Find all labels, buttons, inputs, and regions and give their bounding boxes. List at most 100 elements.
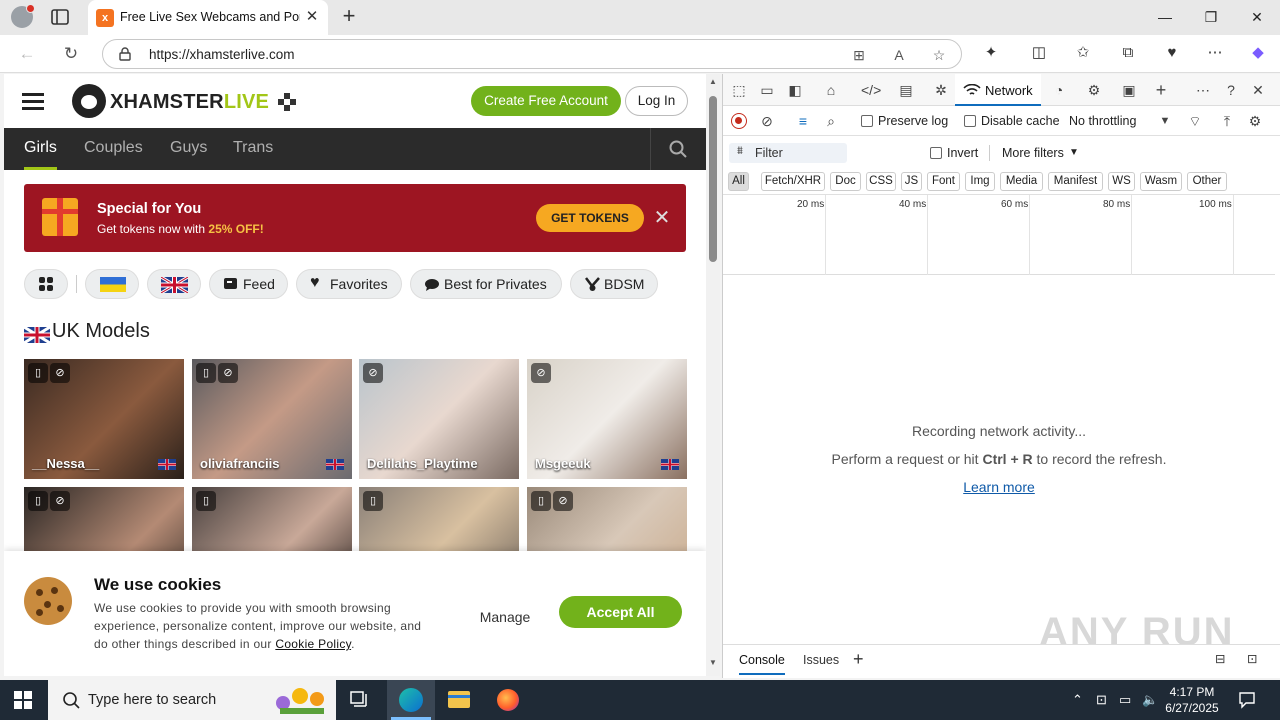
promo-close-icon[interactable]: ✕: [652, 206, 672, 230]
network-conditions-icon[interactable]: ⌔: [1185, 111, 1205, 131]
scroll-up-icon[interactable]: ▲: [709, 77, 717, 86]
elements-icon[interactable]: </>: [861, 80, 881, 100]
apps-grid-icon[interactable]: [278, 93, 296, 111]
taskbar-search-box[interactable]: Type here to search: [48, 680, 336, 720]
filter-all-chip[interactable]: [24, 269, 68, 299]
file-explorer-icon[interactable]: [435, 680, 483, 720]
welcome-home-icon[interactable]: ⌂: [821, 80, 841, 100]
tab-actions-icon[interactable]: [50, 8, 70, 26]
chevron-down-icon[interactable]: ▼: [1155, 111, 1175, 131]
type-filter-fetch-xhr[interactable]: Fetch/XHR: [761, 172, 825, 191]
help-icon[interactable]: ?: [1221, 80, 1241, 100]
type-filter-js[interactable]: JS: [901, 172, 922, 191]
login-button[interactable]: Log In: [625, 86, 688, 116]
taskbar-clock[interactable]: 4:17 PM 6/27/2025: [1160, 684, 1224, 716]
favorites-chip[interactable]: ♥ Favorites: [296, 269, 402, 299]
category-girls[interactable]: Girls: [24, 128, 57, 170]
copilot-icon[interactable]: ◆: [1247, 42, 1269, 64]
browser-tab-active[interactable]: x Free Live Sex Webcams and Porn ✕: [88, 0, 328, 35]
device-emulation-icon[interactable]: ▭: [757, 80, 777, 100]
get-tokens-button[interactable]: GET TOKENS: [536, 204, 644, 232]
new-tab-button[interactable]: +: [338, 5, 360, 29]
extensions-icon[interactable]: ✦: [980, 42, 1002, 64]
type-filter-media[interactable]: Media: [1000, 172, 1043, 191]
console-icon[interactable]: ▤: [896, 80, 916, 100]
invert-checkbox[interactable]: [930, 147, 942, 159]
scroll-down-icon[interactable]: ▼: [709, 658, 717, 667]
restore-button[interactable]: ❐: [1188, 0, 1234, 35]
split-screen-icon[interactable]: ◫: [1028, 42, 1050, 64]
edge-taskbar-icon[interactable]: [387, 680, 435, 720]
task-view-icon[interactable]: [336, 680, 384, 720]
model-tile[interactable]: ⊘ Msgeeuk: [527, 359, 687, 479]
filter-input[interactable]: ⩩ Filter: [729, 143, 847, 163]
back-button[interactable]: ←: [14, 41, 40, 67]
dock-drawer-icon[interactable]: ⊟: [1215, 651, 1225, 666]
model-tile[interactable]: ▯ ⊘ oliviafranciis: [192, 359, 352, 479]
throttling-select[interactable]: No throttling: [1069, 114, 1136, 128]
minimize-button[interactable]: —: [1142, 0, 1188, 35]
windows-start-icon[interactable]: [14, 691, 32, 709]
more-tools-icon[interactable]: +: [1151, 80, 1171, 100]
tab-network[interactable]: Network: [955, 74, 1041, 106]
refresh-button[interactable]: ↻: [58, 41, 84, 67]
address-bar[interactable]: https://xhamsterlive.com ⊞ A ☆: [102, 39, 962, 69]
application-icon[interactable]: ▣: [1119, 80, 1139, 100]
site-logo[interactable]: XHAMSTERLIVE: [110, 91, 269, 114]
drawer-add-tab-icon[interactable]: +: [853, 649, 864, 670]
profile-avatar-icon[interactable]: [11, 4, 35, 28]
volume-icon[interactable]: 🔈: [1142, 692, 1158, 708]
network-timeline-overview[interactable]: 20 ms 40 ms 60 ms 80 ms 100 ms: [723, 195, 1275, 275]
firefox-icon[interactable]: [484, 680, 532, 720]
hamburger-menu-icon[interactable]: [22, 93, 44, 110]
category-trans[interactable]: Trans: [233, 128, 273, 170]
browser-essentials-icon[interactable]: ♥: [1161, 42, 1183, 64]
more-filters-dropdown[interactable]: More filters: [1002, 146, 1064, 160]
model-tile[interactable]: ▯ ⊘ __Nessa__: [24, 359, 184, 479]
network-status-icon[interactable]: ▭: [1119, 692, 1131, 708]
category-guys[interactable]: Guys: [170, 128, 207, 170]
site-logo-icon[interactable]: [72, 84, 106, 118]
toggle-sidebar-icon[interactable]: ◧: [785, 80, 805, 100]
type-filter-font[interactable]: Font: [927, 172, 960, 191]
category-couples[interactable]: Couples: [84, 128, 143, 170]
performance-icon[interactable]: ◔: [1049, 80, 1069, 100]
cookie-policy-link[interactable]: Cookie Policy: [275, 637, 351, 651]
favorite-star-icon[interactable]: ☆: [929, 45, 949, 65]
notifications-icon[interactable]: [1238, 691, 1256, 709]
close-drawer-icon[interactable]: ⊡: [1247, 651, 1257, 666]
import-har-icon[interactable]: ⤒: [1217, 111, 1237, 131]
disable-cache-checkbox[interactable]: [964, 115, 976, 127]
type-filter-ws[interactable]: WS: [1108, 172, 1135, 191]
collections-icon[interactable]: ⧉: [1117, 42, 1139, 64]
network-settings-icon[interactable]: ⚙: [1245, 111, 1265, 131]
type-filter-other[interactable]: Other: [1187, 172, 1227, 191]
manage-cookies-button[interactable]: Manage: [470, 605, 540, 629]
drawer-tab-console[interactable]: Console: [739, 653, 785, 675]
site-search-button[interactable]: [650, 128, 706, 170]
preserve-log-checkbox[interactable]: [861, 115, 873, 127]
scrollbar-thumb[interactable]: [709, 96, 717, 262]
tray-device-icon[interactable]: ⊡: [1096, 692, 1107, 708]
inspect-element-icon[interactable]: ⬚: [729, 80, 749, 100]
search-icon[interactable]: ⌕: [821, 111, 841, 131]
type-filter-all[interactable]: All: [728, 172, 749, 191]
tab-close-icon[interactable]: ✕: [304, 9, 320, 25]
chevron-down-icon[interactable]: ▼: [1069, 147, 1079, 158]
app-available-icon[interactable]: ⊞: [849, 45, 869, 65]
lock-icon[interactable]: [119, 47, 131, 61]
memory-icon[interactable]: ⚙: [1084, 80, 1104, 100]
type-filter-img[interactable]: Img: [965, 172, 995, 191]
filter-uk-chip[interactable]: [147, 269, 201, 299]
bdsm-chip[interactable]: BDSM: [570, 269, 658, 299]
model-tile[interactable]: ⊘ Delilahs_Playtime: [359, 359, 519, 479]
clear-icon[interactable]: ⊘: [757, 111, 777, 131]
url-text[interactable]: https://xhamsterlive.com: [149, 47, 295, 62]
learn-more-link[interactable]: Learn more: [963, 479, 1035, 495]
favorites-icon[interactable]: ✩: [1072, 42, 1094, 64]
record-icon[interactable]: [731, 113, 747, 129]
settings-menu-icon[interactable]: ⋯: [1204, 42, 1226, 64]
type-filter-wasm[interactable]: Wasm: [1140, 172, 1182, 191]
filter-ukraine-chip[interactable]: [85, 269, 139, 299]
debugger-icon[interactable]: ✲: [931, 80, 951, 100]
